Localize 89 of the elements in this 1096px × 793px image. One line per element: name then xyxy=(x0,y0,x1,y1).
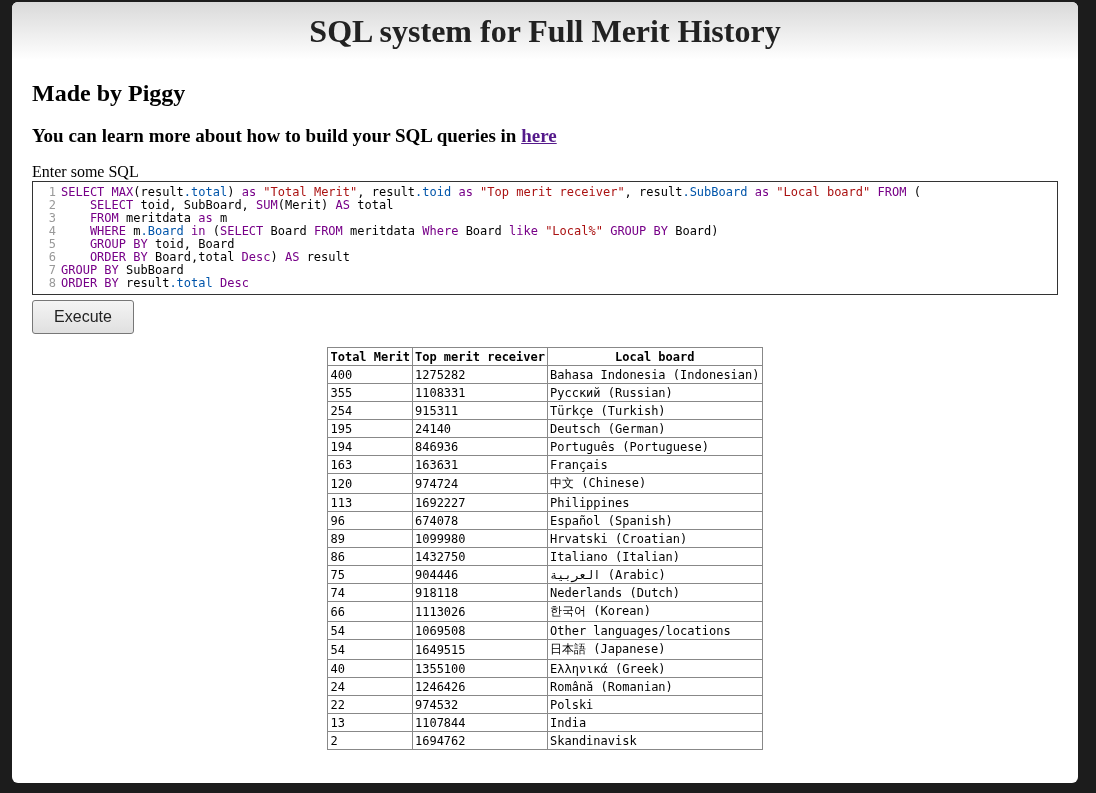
table-cell: 한국어 (Korean) xyxy=(547,601,762,622)
table-cell: 846936 xyxy=(412,437,548,456)
table-cell: 86 xyxy=(327,547,413,566)
table-cell: Hrvatski (Croatian) xyxy=(547,529,762,548)
code-line: GROUP BY toid, Board xyxy=(89,237,235,251)
line-number: 3 xyxy=(47,212,56,225)
line-number: 7 xyxy=(47,264,56,277)
table-cell: 355 xyxy=(327,383,413,402)
table-cell: 1355100 xyxy=(412,659,548,678)
table-cell: 674078 xyxy=(412,511,548,530)
code-line: GROUP BY SubBoard xyxy=(61,263,184,277)
table-cell: Deutsch (German) xyxy=(547,419,762,438)
table-cell: 915311 xyxy=(412,401,548,420)
table-cell: 1692227 xyxy=(412,493,548,512)
sql-label: Enter some SQL xyxy=(32,163,140,181)
code-line: FROM meritdata as m xyxy=(89,211,228,225)
table-cell: 中文 (Chinese) xyxy=(547,473,762,494)
table-cell: 918118 xyxy=(412,583,548,602)
table-cell: 195 xyxy=(327,419,413,438)
table-cell: 254 xyxy=(327,401,413,420)
table-cell: 2 xyxy=(327,731,413,750)
table-cell: 194 xyxy=(327,437,413,456)
table-cell: Philippines xyxy=(547,493,762,512)
line-number: 5 xyxy=(47,238,56,251)
table-cell: 163 xyxy=(327,455,413,474)
here-link[interactable]: here xyxy=(521,125,557,146)
table-cell: 74 xyxy=(327,583,413,602)
table-cell: 22 xyxy=(327,695,413,714)
table-cell: Skandinavisk xyxy=(547,731,762,750)
column-header: Local board xyxy=(547,347,762,366)
table-cell: Português (Portuguese) xyxy=(547,437,762,456)
code-line: SELECT MAX(result.total) as "Total Merit", result.toid as "Top merit receiver", result.SubBoard as "Local board" FROM ( xyxy=(61,185,921,199)
code-line: SELECT toid, SubBoard, SUM(Merit) AS total xyxy=(89,198,394,212)
table-cell: Bahasa Indonesia (Indonesian) xyxy=(547,365,762,384)
code-line: WHERE m.Board in (SELECT Board FROM meritdata Where Board like "Local%" GROUP BY Board) xyxy=(89,224,719,238)
table-cell: Français xyxy=(547,455,762,474)
table-cell: 1275282 xyxy=(412,365,548,384)
column-header: Total Merit xyxy=(327,347,413,366)
table-cell: 75 xyxy=(327,565,413,584)
column-header: Top merit receiver xyxy=(412,347,548,366)
page-title: SQL system for Full Merit History xyxy=(309,12,781,50)
table-cell: 1246426 xyxy=(412,677,548,696)
table-cell: 904446 xyxy=(412,565,548,584)
table-cell: Nederlands (Dutch) xyxy=(547,583,762,602)
table-cell: 13 xyxy=(327,713,413,732)
line-number: 2 xyxy=(47,199,56,212)
table-cell: 113 xyxy=(327,493,413,512)
table-cell: 24140 xyxy=(412,419,548,438)
table-cell: Türkçe (Turkish) xyxy=(547,401,762,420)
table-cell: 日本語 (Japanese) xyxy=(547,639,762,660)
table-cell: 163631 xyxy=(412,455,548,474)
sql-editor[interactable] xyxy=(32,181,1058,295)
table-cell: 54 xyxy=(327,621,413,640)
table-cell: India xyxy=(547,713,762,732)
author-heading: Made by Piggy xyxy=(32,80,187,107)
table-cell: Other languages/locations xyxy=(547,621,762,640)
table-cell: 120 xyxy=(327,473,413,494)
table-cell: 1108331 xyxy=(412,383,548,402)
table-cell: Español (Spanish) xyxy=(547,511,762,530)
table-cell: 1099980 xyxy=(412,529,548,548)
table-cell: 40 xyxy=(327,659,413,678)
line-number: 6 xyxy=(47,251,56,264)
table-cell: Русский (Russian) xyxy=(547,383,762,402)
line-number: 8 xyxy=(47,277,56,290)
table-cell: العربية (Arabic) xyxy=(547,565,762,584)
table-cell: Italiano (Italian) xyxy=(547,547,762,566)
table-cell: 1432750 xyxy=(412,547,548,566)
table-cell: 974532 xyxy=(412,695,548,714)
table-cell: 1069508 xyxy=(412,621,548,640)
table-cell: 974724 xyxy=(412,473,548,494)
line-number: 4 xyxy=(47,225,56,238)
table-cell: 400 xyxy=(327,365,413,384)
table-cell: 24 xyxy=(327,677,413,696)
table-cell: 96 xyxy=(327,511,413,530)
table-cell: 1107844 xyxy=(412,713,548,732)
line-number: 1 xyxy=(47,186,56,199)
execute-button[interactable]: Execute xyxy=(32,300,134,334)
table-cell: 54 xyxy=(327,639,413,660)
table-cell: Română (Romanian) xyxy=(547,677,762,696)
table-cell: Ελληνικά (Greek) xyxy=(547,659,762,678)
code-line: ORDER BY Board,total Desc) AS result xyxy=(89,250,350,264)
code-line: ORDER BY result.total Desc xyxy=(61,276,249,290)
table-cell: 1649515 xyxy=(412,639,548,660)
table-cell: 66 xyxy=(327,601,413,622)
table-cell: 1113026 xyxy=(412,601,548,622)
intro-text: You can learn more about how to build your SQL queries in here xyxy=(32,125,558,147)
table-cell: 1694762 xyxy=(412,731,548,750)
table-cell: Polski xyxy=(547,695,762,714)
table-cell: 89 xyxy=(327,529,413,548)
